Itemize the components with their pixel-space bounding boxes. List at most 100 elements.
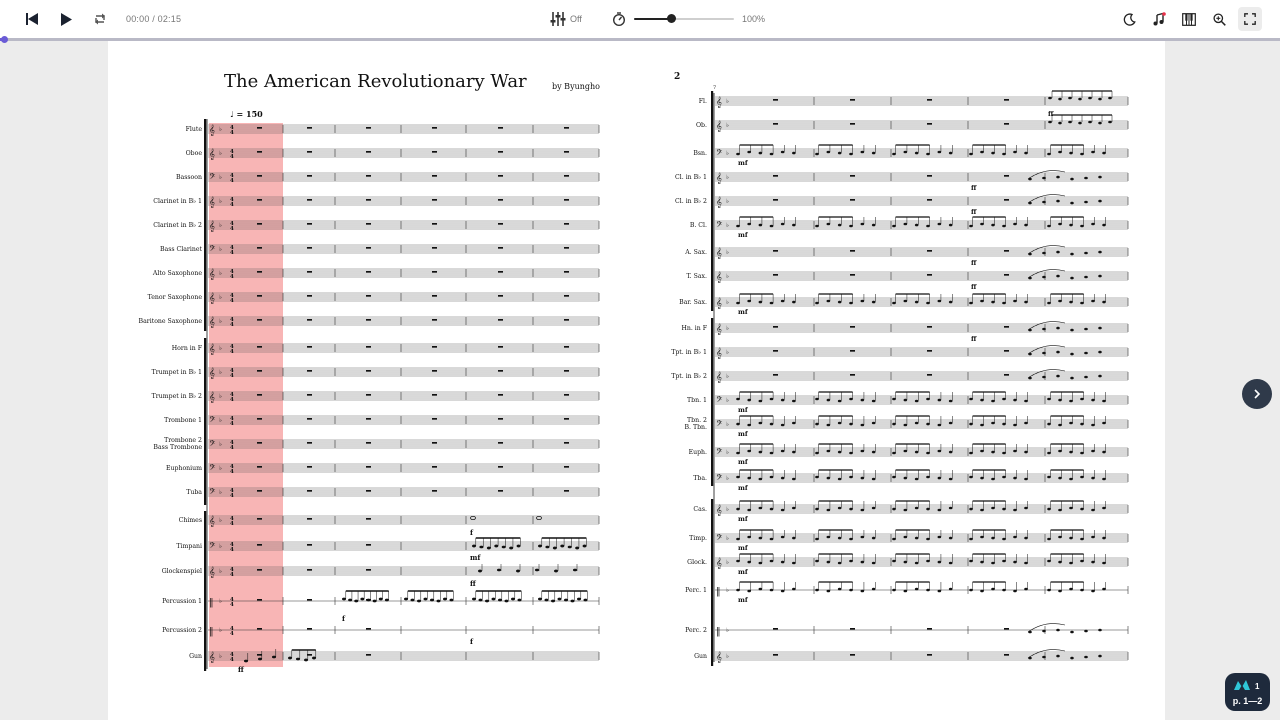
measure-rest [773, 628, 778, 630]
note-head [504, 599, 509, 603]
note-head [417, 599, 421, 603]
time-signature: 4 [230, 657, 234, 663]
time-signature: 4 [230, 130, 234, 136]
note-head [736, 422, 740, 426]
note-head [948, 536, 953, 540]
note-head [937, 299, 942, 303]
note-head [564, 598, 568, 602]
key-signature: ♭ [726, 397, 729, 404]
note-head [871, 151, 876, 155]
note-head [545, 545, 550, 549]
page-indicator-badge[interactable]: 1 p. 1—2 [1225, 673, 1270, 711]
note-head [1002, 422, 1006, 426]
play-button[interactable] [56, 9, 76, 29]
page-range: p. 1—2 [1232, 696, 1263, 706]
note-head [1102, 399, 1106, 403]
fullscreen-button[interactable] [1238, 7, 1262, 31]
note-head [410, 598, 415, 602]
key-signature: ♭ [726, 559, 729, 566]
note-head [736, 507, 740, 511]
note-head [1028, 352, 1032, 356]
note-head [826, 589, 831, 593]
page2-staves[interactable]: 7𝄞 ♭ff𝄞 ♭𝄢 ♭mf𝄞 ♭ff𝄞 ♭ff𝄢 ♭mf𝄞 ♭ff𝄞 ♭ff𝄞 ♭mf𝄞 ♭ff𝄞… [635, 41, 1165, 720]
note-head [871, 506, 876, 510]
dark-mode-button[interactable] [1118, 8, 1140, 30]
note-head [892, 537, 896, 541]
note-head [837, 300, 842, 304]
note-head [758, 421, 763, 425]
note-head [758, 223, 763, 227]
note-head [780, 560, 785, 564]
measure-rest [850, 374, 855, 376]
music-note-button[interactable] [1148, 8, 1170, 30]
note-head [758, 151, 763, 155]
note-head [937, 222, 942, 226]
note-head [348, 598, 353, 602]
note-head [815, 301, 819, 305]
time-signature: 4 [230, 298, 234, 304]
loop-button[interactable] [90, 9, 110, 29]
note-head [1013, 398, 1017, 402]
note-head [991, 223, 995, 227]
key-signature: ♭ [726, 222, 729, 229]
note-head [892, 588, 896, 592]
note-head [792, 477, 796, 481]
measure-rest [564, 151, 569, 153]
measure-rest [432, 247, 437, 249]
note-head [914, 506, 919, 510]
note-head [1069, 450, 1073, 454]
page1-staves[interactable]: 𝄞 ♭ 44𝄞 ♭ 44𝄢 ♭ 44𝄞 ♭ 44𝄞 ♭ 44𝄢 ♭ 44𝄞 ♭ 44𝄞 ♭ 44𝄞 ♭ 44𝄞 ♭ 44… [108, 41, 638, 720]
time-signature: 4 [230, 154, 234, 160]
note-head [991, 536, 995, 540]
note-head [769, 559, 774, 563]
note-head [792, 536, 796, 540]
clef-glyph: 𝄢 [716, 448, 723, 459]
note-head [826, 449, 831, 453]
key-signature: ♭ [726, 299, 729, 306]
skip-back-button[interactable] [22, 9, 42, 29]
note-head [815, 397, 819, 401]
note-head [948, 223, 953, 227]
measure-rest [257, 127, 262, 129]
key-signature: ♭ [726, 535, 729, 542]
note-head [969, 507, 973, 511]
note-head [1002, 301, 1006, 305]
note-head [1058, 398, 1062, 402]
measure-rest [498, 127, 503, 129]
tempo-slider-thumb[interactable] [667, 14, 676, 23]
next-page-button[interactable] [1242, 379, 1272, 409]
note-head [871, 536, 876, 540]
mixer-control[interactable]: Off [550, 9, 582, 29]
tempo-slider[interactable] [634, 9, 734, 29]
measure-rest [927, 350, 932, 352]
measure-rest [432, 370, 437, 372]
playback-progress-knob[interactable] [1, 36, 8, 43]
note-head [736, 451, 740, 455]
measure-rest [1004, 199, 1009, 201]
dynamic-marking: mf [738, 458, 749, 466]
measure-rest [307, 544, 312, 546]
note-head [747, 535, 751, 539]
note-head [1024, 536, 1028, 540]
measure-rest [498, 490, 503, 492]
measure-rest [773, 654, 778, 656]
note-head [769, 451, 774, 455]
key-signature: ♭ [219, 598, 222, 605]
note-head [937, 589, 942, 593]
note-head [1013, 560, 1017, 564]
piano-button[interactable] [1178, 8, 1200, 30]
note-head [1058, 121, 1062, 125]
note-head [792, 300, 796, 304]
note-head [1058, 535, 1062, 539]
clef-glyph: 𝄞 [716, 347, 722, 359]
note-head [360, 597, 365, 601]
note-head [815, 451, 819, 455]
note-head [1028, 276, 1032, 280]
note-head [914, 300, 919, 304]
measure-rest [366, 370, 371, 372]
measure-rest [366, 394, 371, 396]
zoom-button[interactable] [1208, 8, 1230, 30]
note-head [1013, 535, 1017, 539]
dynamic-marking: f [342, 614, 346, 623]
note-head [849, 301, 853, 305]
